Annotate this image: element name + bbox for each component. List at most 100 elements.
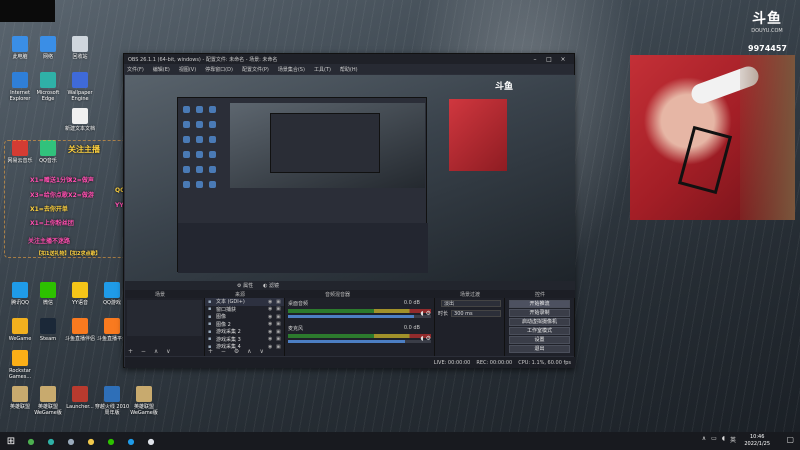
desktop-icon-label: 回收站: [72, 54, 88, 60]
filters-button[interactable]: ◐ 滤镜: [263, 282, 279, 289]
desktop-icon[interactable]: Wallpaper Engine: [62, 72, 98, 102]
source-item[interactable]: ▪ 图像 2 ◉ ▣: [205, 321, 284, 329]
cpu-status: CPU: 1.1%, 60.00 fps: [518, 359, 571, 366]
volume-fader[interactable]: [288, 315, 431, 318]
control-button[interactable]: 启动虚拟摄像机: [509, 318, 570, 326]
chrome-icon[interactable]: ●: [22, 435, 40, 447]
control-button[interactable]: 设置: [509, 336, 570, 344]
desktop-icon[interactable]: 英雄联盟 WeGame版: [126, 386, 162, 416]
eye-icon[interactable]: ◉: [268, 299, 276, 305]
transition-type-row[interactable]: 淡出: [435, 298, 504, 308]
desktop-icon[interactable]: 斗鱼直播伴侣: [62, 318, 98, 342]
transition-type-select[interactable]: 淡出: [441, 299, 501, 307]
source-item[interactable]: ▪ 窗口捕获 ◉ ▣: [205, 306, 284, 314]
control-button[interactable]: 工作室模式: [509, 327, 570, 335]
obs-menu-item[interactable]: 视图(V): [179, 66, 196, 73]
obs-menu-item[interactable]: 文件(F): [127, 66, 144, 73]
scenes-dock[interactable]: + − ∧ ∨: [125, 298, 205, 356]
lock-icon[interactable]: ▣: [276, 344, 284, 350]
obs-source-toolbar: ⚙ 属性 ◐ 滤镜: [125, 281, 575, 290]
eye-icon[interactable]: ◉: [268, 336, 276, 342]
system-tray: ∧ ▭ ◖ 英: [697, 435, 736, 444]
source-item-label: 游戏采集 3: [216, 336, 241, 343]
chevron-up-icon[interactable]: ∧: [702, 435, 706, 444]
lock-icon[interactable]: ▣: [276, 329, 284, 335]
wechat-icon-taskbar[interactable]: ●: [102, 435, 120, 447]
obs-menu-item[interactable]: 停靠窗口(D): [205, 66, 233, 73]
eye-icon[interactable]: ◉: [268, 314, 276, 320]
mixer-dock[interactable]: 桌面音频 0.0 dB ◖ ⚙ 麦克风 0.0 dB ◖ ⚙: [285, 298, 435, 356]
obs-window[interactable]: OBS 26.1.1 (64-bit, windows) - 配置文件: 未命名…: [123, 53, 575, 368]
obs-preview-canvas[interactable]: 斗鱼: [125, 75, 575, 281]
transition-duration-row[interactable]: 时长 300 ms: [435, 308, 504, 318]
obs-menu-item[interactable]: 配置文件(P): [242, 66, 269, 73]
desktop-icon[interactable]: YY语音: [62, 282, 98, 306]
desktop-icon[interactable]: Launcher...: [62, 386, 98, 410]
network-tray-icon[interactable]: ▭: [711, 435, 717, 444]
desktop-icon[interactable]: 穿越火线 2010周年版: [94, 386, 130, 416]
eye-icon[interactable]: ◉: [268, 306, 276, 312]
wallpaper-engine-icon: [72, 72, 88, 88]
scenes-dock-controls[interactable]: + − ∧ ∨: [128, 348, 174, 355]
transitions-dock[interactable]: 淡出 时长 300 ms: [435, 298, 505, 356]
source-item[interactable]: ▪ 游戏采集 3 ◉ ▣: [205, 336, 284, 344]
sources-dock[interactable]: ▪ 文本 (GDI+) ◉ ▣ ▪ 窗口捕获 ◉ ▣ ▪ 图像 ◉ ▣ ▪ 图像 2 ◉ ▣ ▪ 游戏采集 2 ◉ ▣…: [205, 298, 285, 356]
eye-icon[interactable]: ◉: [268, 329, 276, 335]
sources-dock-controls[interactable]: + − ⚙ ∧ ∨: [208, 348, 267, 355]
lock-icon[interactable]: ▣: [276, 321, 284, 327]
lock-icon[interactable]: ▣: [276, 336, 284, 342]
source-item[interactable]: ▪ 图像 ◉ ▣: [205, 313, 284, 321]
source-item[interactable]: ▪ 文本 (GDI+) ◉ ▣: [205, 298, 284, 306]
obs-menu-item[interactable]: 场景集合(S): [278, 66, 305, 73]
obs-menu-item[interactable]: 帮助(H): [340, 66, 358, 73]
douyu-companion-icon: [72, 318, 88, 334]
volume-fader[interactable]: [288, 340, 431, 343]
control-button[interactable]: 开始录制: [509, 309, 570, 317]
obs-menu-item[interactable]: 编辑(E): [153, 66, 170, 73]
taskbar-clock[interactable]: 10:46 2022/1/25: [744, 434, 770, 448]
desktop-icon[interactable]: Microsoft Edge: [30, 72, 66, 102]
volume-meter: [288, 309, 431, 313]
minimize-icon[interactable]: –: [528, 56, 542, 63]
source-item[interactable]: ▪ 游戏采集 2 ◉ ▣: [205, 328, 284, 336]
desktop-icon[interactable]: 网络: [30, 36, 66, 60]
qq-icon-taskbar[interactable]: ●: [122, 435, 140, 447]
scenes-list[interactable]: [127, 300, 202, 336]
obs-menu-item[interactable]: 工具(T): [314, 66, 331, 73]
overlay-line: X1=赠送1分钟: [30, 177, 73, 184]
desktop-icon[interactable]: 英雄联盟 WeGame版: [30, 386, 66, 416]
close-icon[interactable]: ×: [556, 56, 570, 63]
maximize-icon[interactable]: □: [542, 56, 556, 63]
volume-icon[interactable]: ◖: [722, 435, 725, 444]
control-button[interactable]: 开始推流: [509, 300, 570, 308]
obs-icon[interactable]: ●: [142, 435, 160, 447]
obs-title-bar[interactable]: OBS 26.1.1 (64-bit, windows) - 配置文件: 未命名…: [124, 54, 574, 64]
steam-icon: [40, 318, 56, 334]
volume-meter: [288, 334, 431, 338]
edge-icon-taskbar[interactable]: ●: [42, 435, 60, 447]
overlay-line: X3=给你点歌: [30, 192, 68, 199]
ime-icon[interactable]: 英: [730, 435, 736, 444]
desktop-icon[interactable]: 微信: [30, 282, 66, 306]
desktop-icon[interactable]: 新建文本文档: [62, 108, 98, 132]
controls-dock[interactable]: 开始推流 开始录制 启动虚拟摄像机 工作室模式 设置 退出: [505, 298, 575, 356]
notification-icon[interactable]: ▢: [786, 435, 794, 444]
transition-duration-input[interactable]: 300 ms: [451, 309, 501, 317]
lock-icon[interactable]: ▣: [276, 306, 284, 312]
lock-icon[interactable]: ▣: [276, 314, 284, 320]
folder-icon[interactable]: ●: [82, 435, 100, 447]
steam-icon-taskbar[interactable]: ●: [62, 435, 80, 447]
mixer-channel[interactable]: 麦克风 0.0 dB ◖ ⚙: [285, 323, 434, 348]
eye-icon[interactable]: ◉: [268, 321, 276, 327]
speaker-icon[interactable]: ◖ ⚙: [421, 335, 431, 342]
desktop-icon[interactable]: Steam: [30, 318, 66, 342]
eye-icon[interactable]: ◉: [268, 344, 276, 350]
desktop-icon[interactable]: 回收站: [62, 36, 98, 60]
mixer-channel[interactable]: 桌面音频 0.0 dB ◖ ⚙: [285, 298, 434, 323]
windows-start-icon[interactable]: ⊞: [0, 436, 22, 447]
lock-icon[interactable]: ▣: [276, 299, 284, 305]
desktop-icon[interactable]: Rockstar Games...: [2, 350, 38, 380]
speaker-icon[interactable]: ◖ ⚙: [421, 310, 431, 317]
properties-button[interactable]: ⚙ 属性: [237, 282, 253, 289]
control-button[interactable]: 退出: [509, 345, 570, 353]
